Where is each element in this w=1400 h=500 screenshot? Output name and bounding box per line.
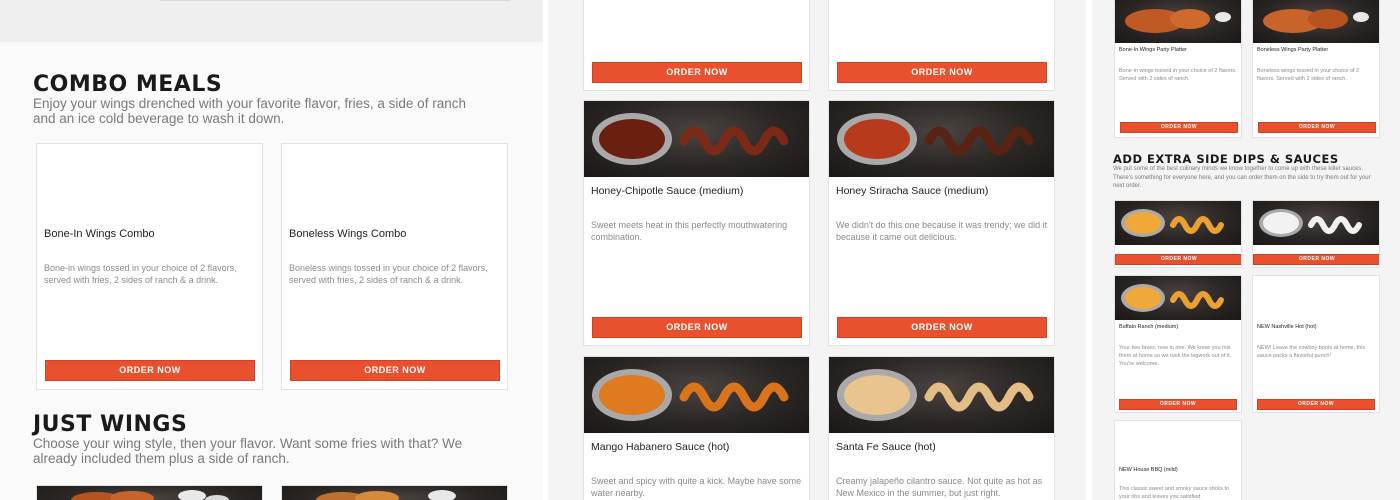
card-title: NEW Nashville Hot (hot) xyxy=(1257,324,1317,330)
card-title: Buffalo Ranch (medium) xyxy=(1119,324,1179,330)
card-description: Sweet and spicy with quite a kick. Maybe… xyxy=(591,476,802,498)
card-description: Boneless wings tossed in your choice of … xyxy=(289,263,488,285)
sauce-card-mango-habanero[interactable]: Mango Habanero Sauce (hot) Sweet and spi… xyxy=(583,356,810,500)
card-title: Bone-In Wings Combo xyxy=(44,228,155,240)
card-description: Bone-in wings tossed in your choice of 2… xyxy=(44,263,237,285)
party-card-boneless[interactable]: Boneless Wings Party Platter Boneless wi… xyxy=(1252,0,1380,138)
card-title: Bone-In Wings Party Platter xyxy=(1119,47,1187,53)
card-description: NEW! Leave the cowboy boots at home, thi… xyxy=(1257,345,1366,359)
order-now-button[interactable]: ORDER NOW xyxy=(592,317,802,338)
order-now-button[interactable]: ORDER NOW xyxy=(1120,122,1238,133)
boneless-party-image xyxy=(1253,0,1379,43)
order-now-button[interactable]: ORDER NOW xyxy=(592,62,802,83)
header-band xyxy=(0,0,543,42)
sauce-card-honey-chipotle[interactable]: Honey-Chipotle Sauce (medium) Sweet meet… xyxy=(583,100,810,346)
menu-panel-sauces: ORDER NOW ORDER NOW Honey-Chipotle Sauce… xyxy=(548,0,1086,500)
card-description: Boneless wings tossed in your choice of … xyxy=(1257,68,1360,82)
honey-chipotle-image xyxy=(584,101,809,177)
wings-card-bone-in[interactable] xyxy=(36,485,263,500)
sauce-cup-icon xyxy=(1259,209,1362,237)
order-now-button[interactable]: ORDER NOW xyxy=(1253,254,1379,265)
mango-habanero-image xyxy=(584,357,809,433)
order-now-button[interactable]: ORDER NOW xyxy=(837,317,1047,338)
order-now-button[interactable]: ORDER NOW xyxy=(1258,122,1376,133)
card-title: Boneless Wings Party Platter xyxy=(1257,47,1329,53)
wings-card-boneless[interactable] xyxy=(281,485,508,500)
honey-sriracha-image xyxy=(829,101,1054,177)
order-now-button[interactable]: ORDER NOW xyxy=(1119,399,1237,410)
wings-photo-icon xyxy=(1125,9,1231,33)
card-title: Honey Sriracha Sauce (medium) xyxy=(836,185,989,197)
dip-image xyxy=(1253,201,1379,245)
dip-card-top-left[interactable]: ORDER NOW xyxy=(1114,200,1242,268)
house-bbq-image xyxy=(1115,421,1241,461)
boneless-combo-image xyxy=(282,144,507,216)
combo-card-bone-in[interactable]: Bone-In Wings Combo Bone-in wings tossed… xyxy=(36,143,263,390)
extra-dips-description: We put some of the best culinary minds w… xyxy=(1113,166,1371,189)
bone-in-party-image xyxy=(1115,0,1241,43)
combo-meals-title: COMBO MEALS xyxy=(33,72,223,97)
order-now-button[interactable]: ORDER NOW xyxy=(290,360,500,381)
card-description: Your two faves, now in one. We know you … xyxy=(1119,345,1232,367)
sauce-cup-icon xyxy=(837,369,1034,421)
card-title: Santa Fe Sauce (hot) xyxy=(836,441,936,453)
dip-card-house-bbq[interactable]: NEW House BBQ (mild) This classic sweet … xyxy=(1114,420,1242,500)
card-title: Boneless Wings Combo xyxy=(289,228,407,240)
card-description: This classic sweet and smoky sauce stick… xyxy=(1119,486,1230,500)
boneless-wings-image xyxy=(282,486,507,500)
sauce-card-santa-fe[interactable]: Santa Fe Sauce (hot) Creamy jalapeño cil… xyxy=(828,356,1055,500)
sauce-cup-icon xyxy=(1121,284,1224,312)
buffalo-ranch-image xyxy=(1115,276,1241,320)
extra-dips-title: ADD EXTRA SIDE DIPS & SAUCES xyxy=(1113,152,1339,166)
dip-card-nashville-hot[interactable]: NEW Nashville Hot (hot) NEW! Leave the c… xyxy=(1252,275,1380,413)
sauce-card-top-left[interactable]: ORDER NOW xyxy=(583,0,810,91)
menu-panel-combos: COMBO MEALS Enjoy your wings drenched wi… xyxy=(0,0,543,500)
combo-card-boneless[interactable]: Boneless Wings Combo Boneless wings toss… xyxy=(281,143,508,390)
nashville-hot-image xyxy=(1253,276,1379,320)
party-card-bone-in[interactable]: Bone-In Wings Party Platter Bone-in wing… xyxy=(1114,0,1242,138)
sauce-cup-icon xyxy=(592,113,789,165)
card-description: Sweet meets heat in this perfectly mouth… xyxy=(591,220,788,242)
order-now-button[interactable]: ORDER NOW xyxy=(1115,254,1241,265)
bone-in-combo-image xyxy=(37,144,262,216)
dip-image xyxy=(1115,201,1241,245)
just-wings-title: JUST WINGS xyxy=(33,412,188,437)
sauce-cup-icon xyxy=(1121,209,1224,237)
divider xyxy=(160,0,510,1)
wings-photo-icon xyxy=(1263,9,1369,33)
wings-photo-icon xyxy=(71,490,229,500)
dip-card-top-right[interactable]: ORDER NOW xyxy=(1252,200,1380,268)
card-title: NEW House BBQ (mild) xyxy=(1119,467,1178,473)
card-description: Bone-in wings tossed in your choice of 2… xyxy=(1119,68,1237,82)
combo-meals-description: Enjoy your wings drenched with your favo… xyxy=(33,96,466,126)
menu-panel-party-extras: Bone-In Wings Party Platter Bone-in wing… xyxy=(1092,0,1400,500)
order-now-button[interactable]: ORDER NOW xyxy=(1257,399,1375,410)
bone-in-wings-image xyxy=(37,486,262,500)
wings-photo-icon xyxy=(316,490,456,500)
sauce-cup-icon xyxy=(592,369,789,421)
dip-card-buffalo-ranch[interactable]: Buffalo Ranch (medium) Your two faves, n… xyxy=(1114,275,1242,413)
order-now-button[interactable]: ORDER NOW xyxy=(837,62,1047,83)
order-now-button[interactable]: ORDER NOW xyxy=(45,360,255,381)
sauce-card-top-right[interactable]: ORDER NOW xyxy=(828,0,1055,91)
card-description: Creamy jalapeño cilantro sauce. Not quit… xyxy=(836,476,1043,498)
just-wings-description: Choose your wing style, then your flavor… xyxy=(33,436,463,466)
sauce-cup-icon xyxy=(837,113,1034,165)
card-description: We didn't do this one because it was tre… xyxy=(836,220,1048,242)
card-title: Honey-Chipotle Sauce (medium) xyxy=(591,185,744,197)
card-title: Mango Habanero Sauce (hot) xyxy=(591,441,730,453)
sauce-card-honey-sriracha[interactable]: Honey Sriracha Sauce (medium) We didn't … xyxy=(828,100,1055,346)
santa-fe-image xyxy=(829,357,1054,433)
